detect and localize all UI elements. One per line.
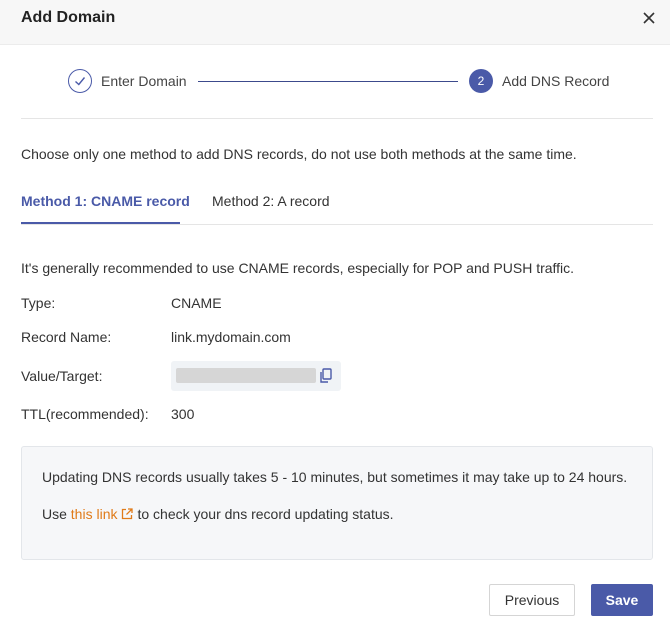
active-tab-indicator xyxy=(21,222,180,224)
value-target-label: Value/Target: xyxy=(21,368,103,384)
save-button[interactable]: Save xyxy=(591,584,653,616)
type-label: Type: xyxy=(21,295,56,311)
step-enter-domain-label: Enter Domain xyxy=(101,73,187,89)
close-icon[interactable] xyxy=(641,10,657,26)
type-value: CNAME xyxy=(171,295,222,311)
ttl-value: 300 xyxy=(171,406,195,422)
step-connector xyxy=(198,81,458,82)
value-target-redacted xyxy=(176,368,316,383)
info-box: Updating DNS records usually takes 5 - 1… xyxy=(21,446,653,560)
ttl-label: TTL(recommended): xyxy=(21,406,149,422)
copy-icon[interactable] xyxy=(319,368,333,384)
recommendation-text: It's generally recommended to use CNAME … xyxy=(21,260,575,276)
previous-button[interactable]: Previous xyxy=(489,584,575,616)
tab-cname-record[interactable]: Method 1: CNAME record xyxy=(21,193,190,209)
value-target-field xyxy=(171,361,341,391)
record-name-value: link.mydomain.com xyxy=(171,329,291,345)
instruction-text: Choose only one method to add DNS record… xyxy=(21,146,577,162)
record-name-label: Record Name: xyxy=(21,329,112,345)
step-add-dns-record-label: Add DNS Record xyxy=(502,73,610,89)
tabs-divider xyxy=(21,224,653,225)
this-link[interactable]: this link xyxy=(71,506,118,522)
check-icon xyxy=(75,77,86,86)
step-2-indicator: 2 xyxy=(469,69,493,93)
tab-a-record[interactable]: Method 2: A record xyxy=(212,193,330,209)
dialog-header: Add Domain xyxy=(0,0,670,45)
divider xyxy=(21,118,653,119)
dialog-title: Add Domain xyxy=(21,9,116,26)
external-link-icon[interactable] xyxy=(121,508,134,520)
info-link-line: Use this link to check your dns record u… xyxy=(42,506,394,522)
info-link-suffix: to check your dns record updating status… xyxy=(137,506,394,522)
info-update-time-text: Updating DNS records usually takes 5 - 1… xyxy=(42,469,628,485)
step-done-indicator xyxy=(68,69,92,93)
info-link-prefix: Use xyxy=(42,506,67,522)
